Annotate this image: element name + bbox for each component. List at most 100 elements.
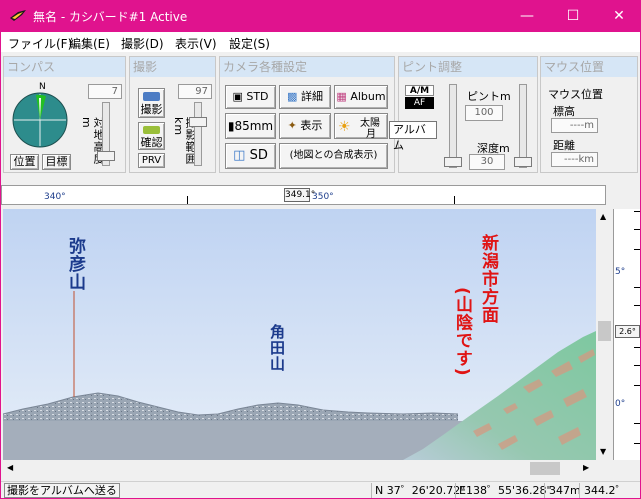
confirm-icon [143,126,160,134]
elev-tick [634,249,640,250]
scroll-left-icon[interactable]: ◀ [7,463,13,472]
status-separator [455,483,456,498]
horizontal-scroll-thumb[interactable] [530,462,560,475]
ruler-label-350: 350° [312,192,334,202]
detail-icon: ▩ [287,90,298,103]
album-tooltip: アルバム [389,121,437,152]
ruler-tick [454,196,455,204]
focus-slider[interactable] [449,84,457,168]
range-slider-thumb[interactable] [189,117,207,127]
target-button[interactable]: 目標 [42,154,71,170]
mouse-distance-label: 距離 [553,139,575,152]
elev-tick [634,365,640,366]
map-composite-button[interactable]: (地図との合成表示) [279,143,388,169]
detail-button[interactable]: ▩ 詳細 [279,85,331,109]
mouse-position-label: マウス位置 [548,88,603,101]
elev-tick [634,423,640,424]
label-kakuda: 角田山 [268,324,286,372]
scroll-up-icon[interactable]: ▲ [600,212,606,221]
shooting-header: 撮影 [130,57,215,77]
detail-label: 詳細 [300,90,323,103]
album-send-button[interactable]: 撮影をアルバムへ送る [4,483,120,498]
vertical-scrollbar[interactable]: ▲ ▼ [596,209,613,460]
compass-dial-icon[interactable] [12,92,68,148]
display-label: 表示 [300,119,323,132]
status-separator [371,483,372,498]
am-label[interactable]: A/M [405,85,434,96]
elev-tick [634,287,640,288]
compass-panel: コンパス N 位置 目標 対地高度m 7 [3,56,126,173]
elev-current: 2.6° [615,325,640,338]
depth-slider[interactable] [519,84,527,168]
elev-tick [634,385,640,386]
elev-label-0: 0° [615,399,626,409]
menu-bar: ファイル(F) 編集(E) 撮影(D) 表示(V) 設定(S) [1,32,640,52]
label-sanin: (山陰です) [452,287,472,377]
sun-moon-button[interactable]: ☀ 太陽 月 [334,113,388,140]
app-window: 無名 - カシバード#1 Active — ☐ ✕ ファイル(F) 編集(E) … [0,0,641,499]
std-label: STD [246,90,269,103]
direction-ruler[interactable]: 340° 350° 349.1° [1,185,606,205]
std-button[interactable]: ▣ STD [225,85,276,109]
menu-shoot[interactable]: 撮影(D) [121,35,164,52]
ruler-tick [187,196,188,204]
lens-button[interactable]: ▮85mm [225,113,276,139]
north-label: N [39,82,46,92]
confirm-button[interactable]: 確認 [138,122,165,150]
focus-slider-thumb[interactable] [444,157,462,167]
mouse-panel: マウス位置 マウス位置 標高 ----m 距離 ----km [540,56,638,173]
horizontal-scrollbar[interactable]: ◀ ▶ [3,460,596,477]
focus-value: 100 [465,105,503,121]
shooting-panel: 撮影 撮影 確認 PRV 撮影範囲km 97 [129,56,216,173]
minimize-icon[interactable]: — [504,1,550,32]
terrain-scene [3,209,596,460]
range-slider[interactable] [194,102,202,166]
menu-edit[interactable]: 編集(E) [69,35,110,52]
status-bearing: 344.2゜ [584,484,627,497]
scroll-down-icon[interactable]: ▼ [600,447,606,456]
elev-tick [634,211,640,212]
altitude-label: 対地高度m [80,117,105,165]
window-title: 無名 - カシバード#1 Active [33,10,188,24]
confirm-label: 確認 [140,136,163,149]
altitude-value: 7 [88,84,122,99]
album-button[interactable]: ▦ Album [334,85,388,109]
maximize-icon[interactable]: ☐ [550,1,596,32]
position-button[interactable]: 位置 [10,154,39,170]
depth-value: 30 [469,154,505,170]
ruler-label-340: 340° [44,192,66,202]
status-bar: 撮影をアルバムへ送る N 37゜26'20.72" E138゜55'36.28"… [1,481,640,498]
terrain-view[interactable]: 弥彦山 角田山 新潟市方面 (山陰です) [3,209,596,460]
af-indicator[interactable]: AF [405,97,434,109]
status-longitude: E138゜55'36.28" [459,484,552,497]
elev-tick [634,305,640,306]
display-button[interactable]: ✦ 表示 [279,113,331,139]
std-camera-icon: ▣ [232,90,243,103]
album-label: Album [350,90,386,103]
sd-button[interactable]: ◫ SD [225,143,276,169]
prv-button[interactable]: PRV [138,153,165,168]
label-niigata: 新潟市方面 [478,234,498,324]
tool-panels: コンパス N 位置 目標 対地高度m 7 撮影 撮影 確認 PRV 撮影範囲km… [1,53,640,175]
mouse-header: マウス位置 [541,57,637,77]
elev-tick [634,229,640,230]
altitude-slider-thumb[interactable] [97,151,115,161]
menu-settings[interactable]: 設定(S) [229,35,270,52]
menu-file[interactable]: ファイル(F) [8,35,72,52]
moon-label: 月 [366,129,376,140]
ruler-current-bearing: 349.1° [284,188,316,202]
elev-label-5: 5° [615,267,626,277]
status-separator [579,483,580,498]
shoot-button[interactable]: 撮影 [138,88,165,118]
range-value: 97 [178,84,212,99]
close-icon[interactable]: ✕ [596,1,640,32]
scroll-right-icon[interactable]: ▶ [583,463,589,472]
mouse-distance-value: ----km [551,152,598,167]
mouse-elevation-label: 標高 [553,105,575,118]
vertical-scroll-thumb[interactable] [598,321,611,341]
sd-card-icon: ◫ [233,148,246,163]
menu-view[interactable]: 表示(V) [175,35,217,52]
depth-slider-thumb[interactable] [514,157,532,167]
label-yahiko: 弥彦山 [65,237,85,291]
focus-panel: ピント調整 A/M AF ピントm 100 深度m 30 [398,56,538,173]
